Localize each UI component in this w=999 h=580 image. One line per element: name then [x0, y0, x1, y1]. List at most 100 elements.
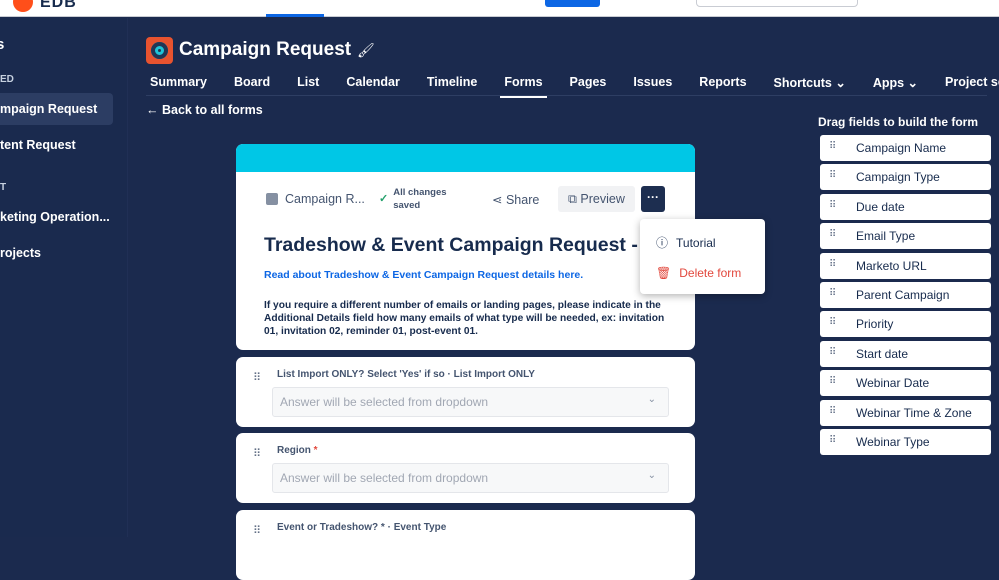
drag-handle-icon: ⠿ — [829, 229, 836, 241]
drag-handle-icon[interactable]: ⠿ — [253, 371, 261, 384]
tab-calendar[interactable]: Calendar — [342, 72, 404, 93]
palette-field-label: Parent Campaign — [856, 288, 950, 302]
field-label: Event or Tradeshow? * · Event Type — [277, 522, 447, 533]
back-to-forms-link[interactable]: ← Back to all forms — [146, 103, 263, 117]
drag-handle-icon: ⠿ — [829, 141, 836, 152]
search-input[interactable] — [696, 0, 858, 7]
trash-icon: 🗑 — [656, 266, 672, 280]
chevron-down-icon: ⌄ — [647, 394, 656, 405]
more-actions-button[interactable]: ··· — [641, 186, 665, 212]
sidebar-section-starred: ED — [0, 74, 14, 85]
sidebar-item-projects[interactable]: rojects — [0, 237, 113, 269]
preview-button[interactable]: ⧉ Preview — [558, 186, 635, 212]
palette-heading: Drag fields to build the form — [818, 115, 979, 129]
tab-apps[interactable]: Apps ⌄ — [869, 72, 922, 93]
tab-reports[interactable]: Reports — [695, 72, 750, 93]
dropdown-placeholder: Answer will be selected from dropdown — [280, 395, 489, 409]
palette-field-item[interactable]: ⠿ Webinar Date — [820, 370, 991, 397]
logo-text: EDB — [40, 0, 77, 11]
share-icon: ⋖ — [492, 193, 506, 207]
palette-field-label: Start date — [856, 346, 909, 361]
share-label: Share — [505, 193, 540, 207]
form-breadcrumb[interactable]: Campaign R... — [266, 192, 365, 206]
menu-item-tutorial[interactable]: ⓘ Tutorial — [656, 234, 716, 251]
tab-list[interactable]: List — [293, 72, 323, 93]
app-logo-icon[interactable] — [13, 0, 33, 12]
form-field-event-type[interactable]: ⠿ Event or Tradeshow? * · Event Type — [236, 510, 695, 580]
palette-field-item[interactable]: ⠿ Priority — [820, 311, 991, 338]
project-avatar-icon — [146, 37, 173, 64]
dropdown-placeholder: Answer will be selected from dropdown — [280, 471, 489, 485]
create-button[interactable] — [545, 0, 600, 7]
form-color-banner — [236, 144, 695, 172]
saved-line2: saved — [393, 200, 421, 211]
tab-board[interactable]: Board — [230, 72, 274, 93]
drag-handle-icon: ⠿ — [829, 346, 836, 358]
palette-field-item[interactable]: ⠿ Campaign Type — [820, 164, 991, 191]
paint-bucket-icon[interactable]: 🖌 — [357, 42, 375, 59]
tab-issues[interactable]: Issues — [629, 72, 676, 93]
palette-field-label: Email Type — [856, 229, 916, 244]
palette-field-item[interactable]: ⠿ Campaign Name — [820, 135, 991, 161]
drag-handle-icon: ⠿ — [829, 405, 836, 417]
chevron-down-icon: ⌄ — [647, 470, 656, 481]
palette-field-label: Webinar Time & Zone — [856, 405, 972, 420]
external-link-icon: ⧉ — [568, 192, 581, 206]
menu-item-delete-form[interactable]: 🗑 Delete form — [656, 266, 741, 280]
more-actions-menu: ⓘ Tutorial 🗑 Delete form — [640, 219, 765, 294]
field-dropdown[interactable]: Answer will be selected from dropdown ⌄ — [272, 463, 669, 493]
form-title[interactable]: Tradeshow & Event Campaign Request - For… — [264, 234, 692, 257]
tab-summary[interactable]: Summary — [146, 72, 211, 93]
tab-timeline[interactable]: Timeline — [423, 72, 481, 93]
drag-handle-icon: ⠿ — [829, 199, 836, 211]
palette-field-item[interactable]: ⠿ Parent Campaign — [820, 282, 991, 308]
required-marker: * — [313, 445, 318, 456]
details-link[interactable]: Read about Tradeshow & Event Campaign Re… — [264, 269, 583, 281]
tabs-divider — [146, 95, 987, 96]
palette-field-item[interactable]: ⠿ Webinar Time & Zone — [820, 399, 991, 426]
palette-field-label: Priority — [856, 317, 894, 332]
tab-shortcuts[interactable]: Shortcuts ⌄ — [770, 72, 850, 93]
form-field-region[interactable]: ⠿ Region * Answer will be selected from … — [236, 433, 695, 503]
tab-pages[interactable]: Pages — [566, 72, 611, 93]
sidebar-section-recent: T — [0, 182, 7, 193]
field-label: Region * — [277, 445, 318, 456]
tab-forms[interactable]: Forms — [500, 72, 547, 98]
share-button[interactable]: ⋖ Share — [492, 192, 539, 207]
palette-field-item[interactable]: ⠿ Email Type — [820, 223, 991, 250]
info-icon: ⓘ — [656, 236, 669, 250]
sidebar-item-campaign-request[interactable]: mpaign Request — [0, 93, 113, 125]
sidebar: s ED mpaign Request tent Request T ketin… — [0, 18, 128, 537]
drag-handle-icon: ⠿ — [829, 317, 836, 329]
sidebar-item-content-request[interactable]: tent Request — [0, 129, 113, 161]
palette-field-label: Marketo URL — [856, 258, 927, 273]
drag-handle-icon[interactable]: ⠿ — [253, 524, 261, 537]
palette-field-label: Webinar Date — [856, 376, 930, 391]
tab-project-settings[interactable]: Project settings — [941, 72, 999, 93]
sidebar-heading: s — [0, 36, 5, 53]
drag-handle-icon: ⠿ — [829, 170, 836, 182]
drag-handle-icon[interactable]: ⠿ — [253, 447, 261, 460]
palette-field-item[interactable]: ⠿ Marketo URL — [820, 252, 991, 279]
palette-field-item[interactable]: ⠿ Start date — [820, 340, 991, 367]
drag-handle-icon: ⠿ — [829, 288, 836, 299]
project-title: Campaign Request — [179, 39, 352, 60]
palette-field-label: Campaign Name — [856, 141, 947, 155]
palette-field-label: Campaign Type — [856, 170, 940, 185]
delete-label: Delete form — [679, 266, 742, 280]
field-dropdown[interactable]: Answer will be selected from dropdown ⌄ — [272, 387, 669, 417]
arrow-left-icon: ← — [146, 103, 162, 117]
back-label: Back to all forms — [161, 103, 263, 117]
region-label: Region — [277, 445, 311, 456]
palette-field-item[interactable]: ⠿ Webinar Type — [820, 429, 991, 455]
check-icon: ✓ — [379, 192, 389, 205]
breadcrumb-label: Campaign R... — [285, 192, 365, 206]
top-navigation: EDB — [0, 0, 999, 17]
form-description[interactable]: If you require a different number of ema… — [264, 299, 674, 338]
sidebar-item-marketing-operations[interactable]: keting Operation... — [0, 201, 113, 233]
palette-field-item[interactable]: ⠿ Due date — [820, 193, 991, 220]
form-field-list-import[interactable]: ⠿ List Import ONLY? Select 'Yes' if so ·… — [236, 357, 695, 427]
tutorial-label: Tutorial — [676, 235, 716, 250]
project-tabs: Summary Board List Calendar Timeline For… — [146, 72, 999, 98]
save-status: ✓ All changes saved — [379, 186, 447, 212]
